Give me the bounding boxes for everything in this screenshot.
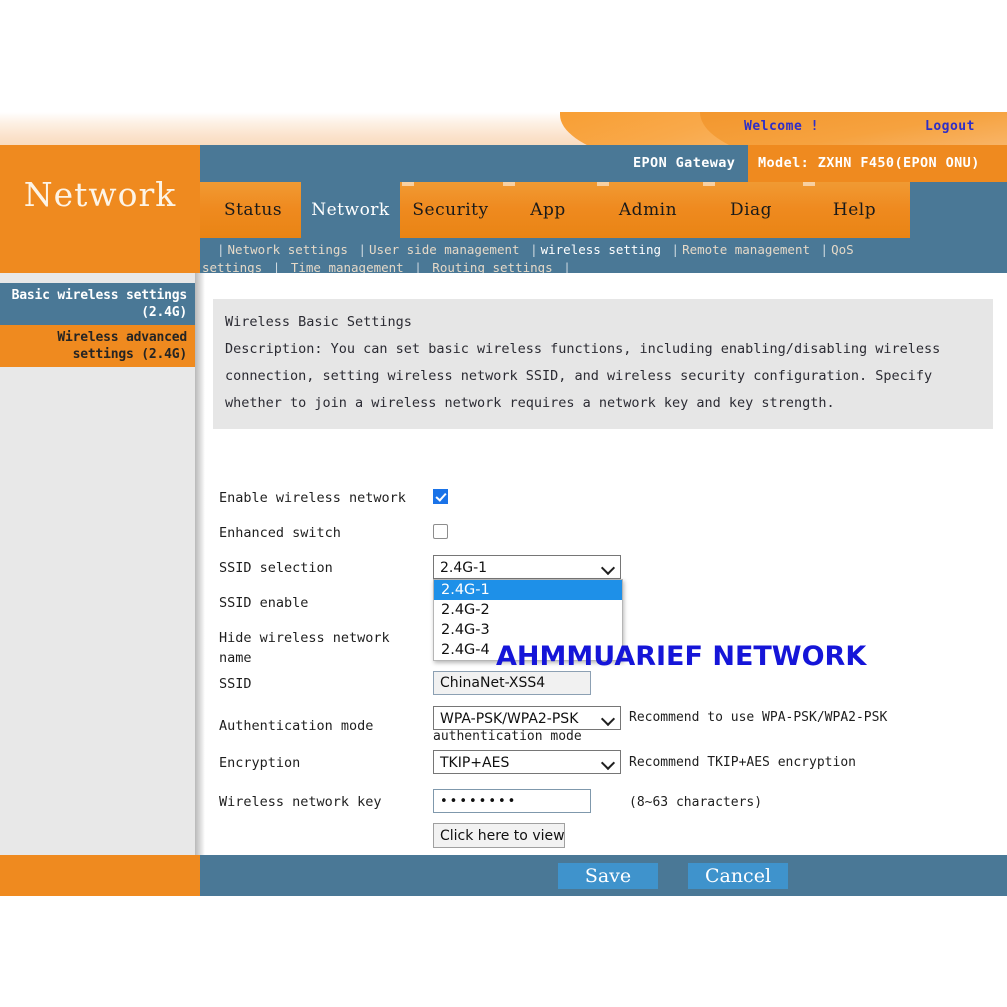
sidebar-item-basic-wireless[interactable]: Basic wireless settings (2.4G) bbox=[0, 283, 195, 325]
wireless-key-input[interactable] bbox=[433, 789, 591, 813]
content-panel: Wireless Basic Settings Description: You… bbox=[205, 273, 1007, 855]
tab-notch bbox=[703, 182, 715, 186]
encryption-dropdown[interactable]: TKIP+AES bbox=[433, 750, 621, 774]
enhanced-switch-checkbox[interactable] bbox=[433, 524, 448, 539]
section-heading: Wireless Basic Settings bbox=[225, 314, 412, 330]
encryption-value: TKIP+AES bbox=[440, 755, 510, 771]
model-bar: EPON Gateway Model: ZXHN F450(EPON ONU) bbox=[200, 145, 1007, 182]
tab-admin[interactable]: Admin bbox=[595, 182, 701, 238]
logout-link[interactable]: Logout bbox=[925, 119, 975, 134]
tab-notch bbox=[402, 182, 414, 186]
enable-wireless-checkbox[interactable] bbox=[433, 489, 448, 504]
tab-label: App bbox=[530, 200, 566, 220]
gateway-label: EPON Gateway bbox=[633, 155, 736, 171]
sidebar-item-wireless-advanced[interactable]: Wireless advanced settings (2.4G) bbox=[0, 325, 195, 367]
row-ssid: SSID bbox=[205, 669, 1007, 704]
footer-left-block bbox=[0, 855, 200, 896]
ssid-selection-dropdown[interactable]: 2.4G-1 bbox=[433, 555, 621, 579]
section-description: Description: You can set basic wireless … bbox=[225, 341, 941, 411]
save-button[interactable]: Save bbox=[558, 863, 658, 889]
row-wireless-key: Wireless network key (8~63 characters) bbox=[205, 784, 1007, 819]
chevron-down-icon bbox=[600, 560, 616, 576]
ssid-selection-value: 2.4G-1 bbox=[440, 560, 488, 576]
tab-diag[interactable]: Diag bbox=[701, 182, 801, 238]
authentication-mode-hint-line1: Recommend to use WPA-PSK/WPA2-PSK bbox=[629, 710, 888, 725]
page-bottom-margin bbox=[0, 896, 1007, 1007]
tab-security[interactable]: Security bbox=[400, 182, 501, 238]
hide-ssid-label: Hide wireless network name bbox=[219, 630, 390, 666]
ssid-option-2.4g-1[interactable]: 2.4G-1 bbox=[434, 580, 622, 600]
wireless-settings-form: Enable wireless network Enhanced switch … bbox=[205, 483, 1007, 854]
masthead-panel: Network bbox=[0, 145, 200, 273]
main-tab-bar: Status Network Security App Admin Diag Help bbox=[200, 182, 1007, 238]
ssid-option-2.4g-2[interactable]: 2.4G-2 bbox=[434, 600, 622, 620]
ssid-selection-label: SSID selection bbox=[219, 560, 333, 576]
content-panel-shadow bbox=[195, 273, 205, 855]
row-authentication-mode: Authentication mode WPA-PSK/WPA2-PSK Rec… bbox=[205, 704, 1007, 745]
tab-notch bbox=[597, 182, 609, 186]
left-sidebar: Basic wireless settings (2.4G) Wireless a… bbox=[0, 273, 195, 855]
tab-help[interactable]: Help bbox=[801, 182, 908, 238]
ssid-selection-option-list[interactable]: 2.4G-1 2.4G-2 2.4G-3 2.4G-4 bbox=[433, 579, 623, 661]
tab-status[interactable]: Status bbox=[205, 182, 301, 238]
ssid-input[interactable] bbox=[433, 671, 591, 695]
sub-nav-separator: | bbox=[217, 242, 225, 257]
tab-notch bbox=[503, 182, 515, 186]
encryption-label: Encryption bbox=[219, 755, 301, 771]
ssid-option-2.4g-4[interactable]: 2.4G-4 bbox=[434, 640, 622, 660]
page-title: Network bbox=[23, 175, 177, 214]
sub-nav-item-remote-management[interactable]: Remote management bbox=[682, 242, 810, 257]
tab-label: Security bbox=[412, 200, 489, 220]
tab-label: Admin bbox=[618, 200, 678, 220]
row-view-key: Click here to view bbox=[205, 819, 1007, 854]
sub-nav-item-network-settings[interactable]: Network settings bbox=[228, 242, 348, 257]
encryption-hint: Recommend TKIP+AES encryption bbox=[629, 755, 856, 770]
view-key-button[interactable]: Click here to view bbox=[433, 823, 565, 848]
top-banner: Welcome ! Logout bbox=[0, 112, 1007, 145]
row-enable-wireless: Enable wireless network bbox=[205, 483, 1007, 518]
sidebar-spacer bbox=[0, 273, 195, 283]
chevron-down-icon bbox=[600, 711, 616, 727]
enable-wireless-label: Enable wireless network bbox=[219, 490, 406, 506]
sub-nav-separator: | bbox=[820, 242, 829, 257]
ssid-enable-label: SSID enable bbox=[219, 595, 309, 611]
page-top-margin bbox=[0, 0, 1007, 112]
welcome-text: Welcome ! bbox=[744, 119, 819, 134]
authentication-mode-hint-line2: authentication mode bbox=[433, 729, 582, 744]
tab-label: Help bbox=[832, 200, 877, 220]
sub-nav-separator: | bbox=[358, 242, 367, 257]
description-box: Wireless Basic Settings Description: You… bbox=[213, 299, 993, 429]
sub-nav-item-qos[interactable]: QoS bbox=[831, 242, 854, 257]
row-encryption: Encryption TKIP+AES Recommend TKIP+AES e… bbox=[205, 745, 1007, 784]
sub-nav-item-wireless-setting[interactable]: wireless setting bbox=[541, 242, 661, 257]
wireless-key-hint: (8~63 characters) bbox=[629, 795, 763, 810]
enhanced-switch-label: Enhanced switch bbox=[219, 525, 341, 541]
footer-action-bar: Save Cancel bbox=[200, 855, 1007, 896]
authentication-mode-value: WPA-PSK/WPA2-PSK bbox=[440, 711, 579, 727]
chevron-down-icon bbox=[600, 755, 616, 771]
sub-nav-item-user-side-management[interactable]: User side management bbox=[369, 242, 520, 257]
ssid-option-2.4g-3[interactable]: 2.4G-3 bbox=[434, 620, 622, 640]
authentication-mode-label: Authentication mode bbox=[219, 718, 374, 734]
tab-label: Status bbox=[223, 200, 283, 220]
tab-label: Diag bbox=[729, 200, 773, 220]
row-enhanced-switch: Enhanced switch bbox=[205, 518, 1007, 553]
tab-label: Network bbox=[311, 200, 390, 220]
tab-notch bbox=[803, 182, 815, 186]
model-label: Model: ZXHN F450(EPON ONU) bbox=[758, 155, 980, 171]
sub-nav-separator: | bbox=[671, 242, 680, 257]
wireless-key-label: Wireless network key bbox=[219, 794, 382, 810]
sub-nav-row-1: | Network settings | User side management … bbox=[200, 241, 1007, 259]
tab-app[interactable]: App bbox=[501, 182, 595, 238]
tab-network[interactable]: Network bbox=[301, 182, 400, 238]
sub-nav-separator: | bbox=[530, 242, 538, 257]
cancel-button[interactable]: Cancel bbox=[688, 863, 788, 889]
authentication-mode-dropdown[interactable]: WPA-PSK/WPA2-PSK bbox=[433, 706, 621, 730]
ssid-label: SSID bbox=[219, 676, 252, 692]
